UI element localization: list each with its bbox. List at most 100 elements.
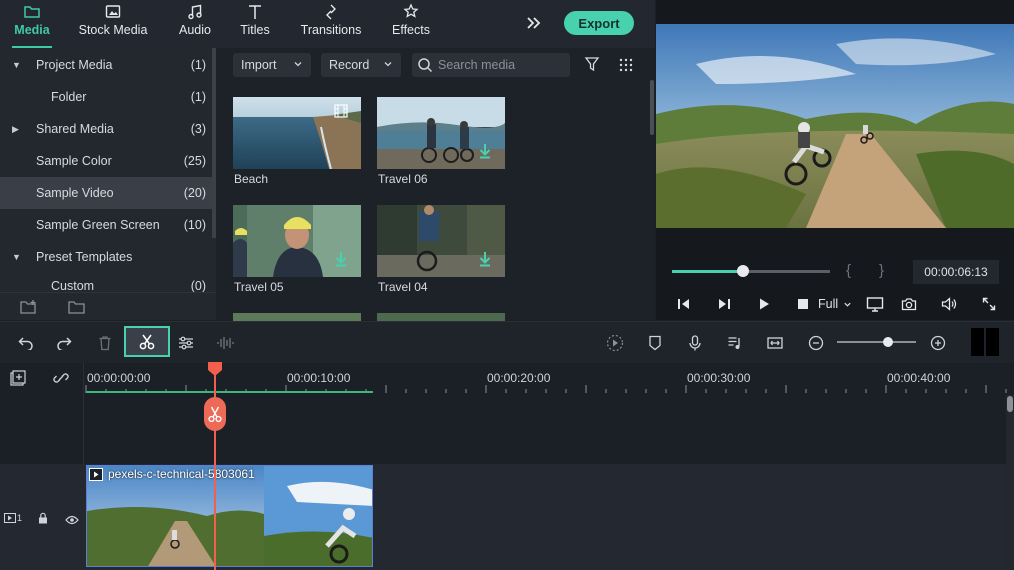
playback-quality-dropdown[interactable]: Full bbox=[818, 294, 862, 314]
chevron-down-icon bbox=[844, 302, 851, 307]
monitor-icon bbox=[866, 297, 884, 312]
step-forward-icon bbox=[719, 299, 730, 309]
lock-track-button[interactable] bbox=[37, 511, 49, 529]
audio-waveform-button[interactable] bbox=[215, 333, 235, 353]
audio-mixer-button[interactable] bbox=[725, 333, 745, 353]
ruler-label: 00:00:10:00 bbox=[287, 371, 351, 385]
zoom-slider-track[interactable] bbox=[837, 341, 916, 343]
media-thumbnail-partial[interactable] bbox=[233, 313, 361, 321]
music-note-icon bbox=[188, 4, 202, 20]
sidebar-item-count: (1) bbox=[190, 90, 206, 104]
add-track-button[interactable] bbox=[10, 370, 26, 391]
sidebar-item-sample-video[interactable]: Sample Video (20) bbox=[0, 177, 212, 209]
tab-effects[interactable]: Effects bbox=[388, 0, 434, 48]
tab-stock-media[interactable]: Stock Media bbox=[78, 0, 148, 48]
redo-icon bbox=[57, 337, 72, 350]
tab-media-label: Media bbox=[14, 23, 50, 37]
track-number: 1 bbox=[17, 513, 23, 523]
transitions-icon bbox=[326, 4, 336, 20]
effects-icon bbox=[403, 3, 419, 18]
redo-button[interactable] bbox=[54, 333, 74, 353]
filter-icon[interactable] bbox=[584, 56, 600, 72]
record-dropdown[interactable]: Record bbox=[321, 53, 401, 77]
search-media-input[interactable]: Search media bbox=[412, 53, 570, 77]
sidebar-item-preset-templates[interactable]: ▼ Preset Templates bbox=[0, 241, 212, 273]
sidebar-item-shared-media[interactable]: ▶ Shared Media (3) bbox=[0, 113, 212, 145]
camera-icon bbox=[901, 298, 917, 311]
fullscreen-button[interactable] bbox=[979, 294, 999, 314]
undo-button[interactable] bbox=[16, 333, 36, 353]
import-dropdown[interactable]: Import bbox=[233, 53, 311, 77]
clip-thumbnail-strip bbox=[87, 466, 372, 566]
next-frame-button[interactable] bbox=[714, 294, 734, 314]
sidebar-item-sample-green-screen[interactable]: Sample Green Screen (10) bbox=[0, 209, 212, 241]
split-cut-button[interactable] bbox=[124, 326, 170, 357]
sidebar-item-count: (3) bbox=[190, 122, 206, 136]
sidebar-item-count: (25) bbox=[183, 154, 206, 168]
mark-in-button[interactable]: { bbox=[846, 262, 851, 279]
music-list-icon bbox=[728, 337, 740, 349]
ruler-label: 00:00:20:00 bbox=[487, 371, 551, 385]
timeline-scroll-thumb[interactable] bbox=[1007, 396, 1013, 412]
record-voiceover-button[interactable] bbox=[685, 333, 705, 353]
double-chevron-right-icon bbox=[527, 17, 541, 29]
eye-icon bbox=[65, 515, 79, 525]
add-track-icon bbox=[10, 370, 26, 386]
microphone-icon bbox=[689, 335, 701, 351]
sidebar-item-folder[interactable]: Folder (1) bbox=[0, 81, 212, 113]
playback-progress-handle[interactable] bbox=[737, 265, 750, 277]
stock-media-icon bbox=[105, 5, 121, 18]
thumbnail-label: Travel 04 bbox=[378, 280, 428, 294]
snapshot-button[interactable] bbox=[899, 294, 919, 314]
sidebar-item-count: (0) bbox=[190, 279, 206, 293]
stop-button[interactable] bbox=[793, 294, 813, 314]
sidebar-item-label: Folder bbox=[51, 90, 87, 104]
zoom-out-button[interactable] bbox=[806, 333, 826, 353]
add-marker-button[interactable] bbox=[645, 333, 665, 353]
media-scrollbar[interactable] bbox=[650, 80, 654, 135]
expand-icon bbox=[982, 297, 996, 311]
download-icon[interactable] bbox=[334, 251, 348, 267]
media-thumbnail-partial[interactable] bbox=[377, 313, 505, 321]
new-folder-icon[interactable] bbox=[20, 299, 38, 315]
timeline-vertical-scrollbar[interactable] bbox=[1006, 395, 1014, 570]
scissors-icon bbox=[208, 406, 222, 423]
download-icon[interactable] bbox=[478, 251, 492, 267]
display-settings-button[interactable] bbox=[865, 294, 885, 314]
playhead-line[interactable] bbox=[214, 363, 216, 570]
sidebar-item-label: Sample Video bbox=[36, 186, 114, 200]
download-icon[interactable] bbox=[478, 143, 492, 159]
link-toggle-button[interactable] bbox=[53, 370, 69, 391]
volume-button[interactable] bbox=[939, 294, 959, 314]
render-preview-button[interactable] bbox=[605, 333, 625, 353]
tab-media[interactable]: Media bbox=[12, 0, 52, 48]
toggle-track-visibility-button[interactable] bbox=[65, 512, 79, 530]
expand-down-icon[interactable]: ▼ bbox=[12, 60, 21, 70]
folder-outline-icon[interactable] bbox=[68, 299, 86, 315]
mark-out-button[interactable]: } bbox=[879, 262, 884, 279]
tab-audio[interactable]: Audio bbox=[177, 0, 213, 48]
playhead-handle[interactable] bbox=[207, 362, 223, 376]
tab-transitions[interactable]: Transitions bbox=[299, 0, 363, 48]
more-tabs-button[interactable] bbox=[522, 12, 544, 34]
previous-frame-button[interactable] bbox=[674, 294, 694, 314]
undo-icon bbox=[18, 337, 33, 350]
sidebar-item-project-media[interactable]: ▼ Project Media (1) bbox=[0, 49, 212, 81]
fit-timeline-button[interactable] bbox=[765, 333, 785, 353]
tab-transitions-label: Transitions bbox=[300, 23, 362, 37]
video-preview bbox=[656, 24, 1014, 228]
delete-button[interactable] bbox=[95, 333, 115, 353]
tab-titles[interactable]: Titles bbox=[238, 0, 272, 48]
expand-down-icon[interactable]: ▼ bbox=[12, 252, 21, 262]
play-icon bbox=[760, 298, 769, 310]
zoom-slider-handle[interactable] bbox=[883, 337, 893, 347]
export-button[interactable]: Export bbox=[564, 11, 634, 35]
adjust-button[interactable] bbox=[176, 333, 196, 353]
playhead-split-button[interactable] bbox=[204, 397, 226, 431]
lock-icon bbox=[39, 512, 47, 524]
sidebar-item-sample-color[interactable]: Sample Color (25) bbox=[0, 145, 212, 177]
expand-right-icon[interactable]: ▶ bbox=[12, 124, 19, 135]
play-button[interactable] bbox=[754, 294, 774, 314]
grid-view-icon[interactable] bbox=[619, 58, 633, 72]
zoom-in-button[interactable] bbox=[928, 333, 948, 353]
